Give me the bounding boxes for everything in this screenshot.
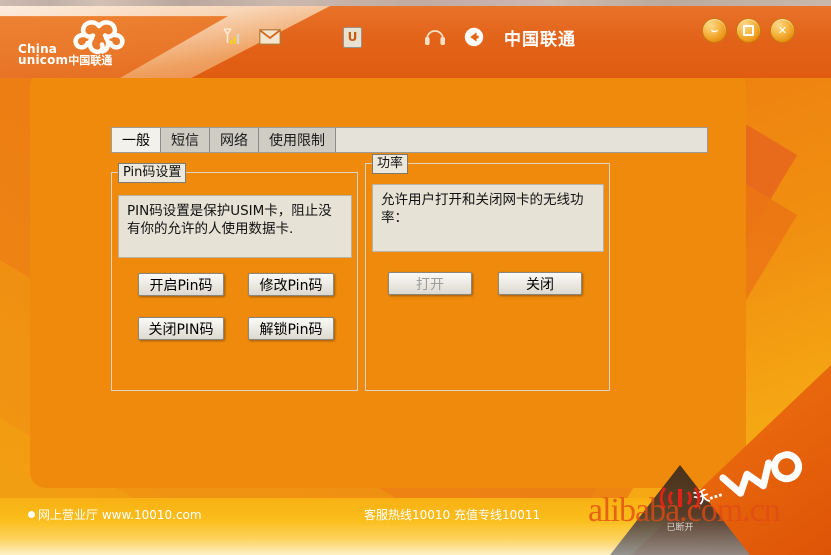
power-group-legend: 功率 — [372, 154, 409, 174]
unlock-pin-button[interactable]: 解锁Pin码 — [248, 317, 334, 340]
pin-description: PIN码设置是保护USIM卡，阻止没有你的允许的人使用数据卡. — [118, 195, 352, 258]
signal-icon — [222, 27, 241, 47]
window-controls: ⌣ ✕ — [702, 18, 795, 43]
unicom-logo-text: China unicom中国联通 — [18, 43, 113, 67]
signal-waves-icon — [651, 486, 709, 515]
bullet-icon — [28, 511, 35, 518]
desktop-edge-strip — [0, 0, 831, 6]
close-icon: ✕ — [777, 24, 788, 37]
tab-bar: 一般 短信 网络 使用限制 — [111, 127, 708, 153]
enable-pin-button[interactable]: 开启Pin码 — [138, 273, 224, 296]
radio-off-button[interactable]: 关闭 — [498, 272, 582, 295]
pin-group-legend: Pin码设置 — [118, 163, 187, 183]
header-status-icons: U 中国联通 — [222, 22, 576, 52]
tab-general[interactable]: 一般 — [112, 128, 161, 152]
radio-on-button[interactable]: 打开 — [388, 272, 472, 295]
footer-website: 网上营业厅 www.10010.com — [28, 506, 202, 523]
header-brand-label: 中国联通 — [504, 29, 576, 50]
maximize-icon — [737, 19, 760, 42]
usim-icon: U — [343, 26, 362, 48]
change-pin-button[interactable]: 修改Pin码 — [248, 273, 334, 296]
headset-icon — [424, 28, 446, 46]
tab-sms[interactable]: 短信 — [161, 128, 210, 152]
minimize-icon: ⌣ — [710, 24, 719, 37]
usim-icon-label: U — [343, 26, 362, 48]
message-icon — [259, 29, 281, 45]
back-arrow-icon — [464, 27, 484, 47]
application-window: China unicom中国联通 U 中国联通 ⌣ ✕ 一般 短信 网络 使用限… — [0, 0, 831, 555]
logo-line-unicom: unicom中国联通 — [18, 53, 113, 67]
close-button[interactable]: ✕ — [770, 18, 795, 43]
power-group: 功率 允许用户打开和关闭网卡的无线功率： 打开 关闭 — [365, 154, 610, 391]
power-description: 允许用户打开和关闭网卡的无线功率： — [372, 184, 604, 252]
pin-settings-group: Pin码设置 PIN码设置是保护USIM卡，阻止没有你的允许的人使用数据卡. 开… — [111, 163, 358, 391]
unicom-logo: China unicom中国联通 — [12, 16, 132, 74]
tab-network[interactable]: 网络 — [210, 128, 259, 152]
maximize-button[interactable] — [736, 18, 761, 43]
footer-website-label: 网上营业厅 www.10010.com — [38, 508, 202, 522]
minimize-button[interactable]: ⌣ — [702, 18, 727, 43]
connection-status-label: 已断开 — [666, 523, 694, 533]
footer-hotline: 客服热线10010 充值专线10011 — [364, 508, 541, 522]
disable-pin-button[interactable]: 关闭PIN码 — [138, 317, 224, 340]
tab-usage-limit[interactable]: 使用限制 — [259, 128, 336, 152]
